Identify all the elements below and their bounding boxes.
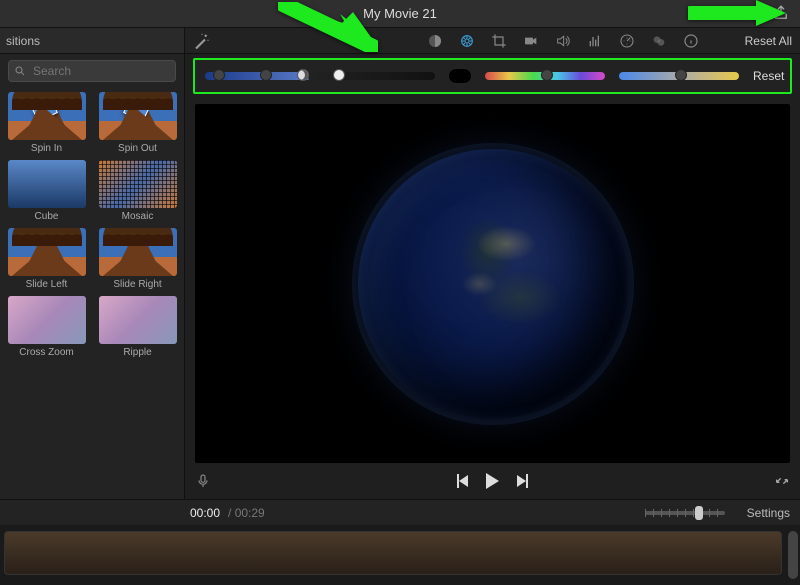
next-button[interactable]	[517, 474, 528, 488]
camera-icon[interactable]	[523, 33, 539, 49]
transition-cross-zoom[interactable]: Cross Zoom	[6, 296, 87, 358]
transition-label: Spin In	[6, 143, 87, 154]
preview-frame	[358, 149, 628, 419]
transition-cube[interactable]: Cube	[6, 160, 87, 222]
transition-ripple[interactable]: Ripple	[97, 296, 178, 358]
color-wheel-icon[interactable]	[459, 33, 475, 49]
sidebar-tab-transitions[interactable]: sitions	[0, 28, 184, 54]
scrollbar[interactable]	[788, 531, 798, 579]
search-input[interactable]	[8, 60, 176, 82]
timeline-header: 00:00 / 00:29 Settings	[0, 499, 800, 525]
sidebar: sitions Spin In Spin Out C	[0, 28, 185, 499]
inspector-toolbar: Reset All	[185, 28, 800, 54]
transition-label: Spin Out	[97, 143, 178, 154]
transition-spin-in[interactable]: Spin In	[6, 92, 87, 154]
timeline[interactable]	[0, 525, 800, 585]
volume-icon[interactable]	[555, 33, 571, 49]
microphone-icon[interactable]	[195, 473, 211, 489]
transition-label: Slide Left	[6, 279, 87, 290]
transition-label: Mosaic	[97, 211, 178, 222]
timeline-zoom[interactable]	[645, 511, 725, 515]
transition-slide-right[interactable]: Slide Right	[97, 228, 178, 290]
effects-icon[interactable]	[651, 33, 667, 49]
color-correction-bar: Reset	[193, 58, 792, 94]
viewer	[185, 98, 800, 499]
timeline-clip[interactable]	[4, 531, 782, 575]
timeline-settings-button[interactable]: Settings	[747, 506, 790, 520]
share-icon[interactable]	[772, 4, 790, 22]
crop-icon[interactable]	[491, 33, 507, 49]
magic-wand-icon[interactable]	[193, 32, 211, 50]
transition-mosaic[interactable]: Mosaic	[97, 160, 178, 222]
playback-controls	[195, 463, 790, 499]
timecode-current: 00:00	[190, 506, 220, 520]
transition-label: Cross Zoom	[6, 347, 87, 358]
transition-label: Cube	[6, 211, 87, 222]
project-title: My Movie 21	[363, 6, 437, 21]
video-preview[interactable]	[195, 104, 790, 463]
transition-label: Slide Right	[97, 279, 178, 290]
exposure-slider[interactable]	[205, 72, 435, 80]
saturation-slider[interactable]	[485, 72, 605, 80]
color-balance-icon[interactable]	[427, 33, 443, 49]
previous-button[interactable]	[457, 474, 468, 488]
titlebar: My Movie 21	[0, 0, 800, 28]
transition-label: Ripple	[97, 347, 178, 358]
equalizer-icon[interactable]	[587, 33, 603, 49]
temperature-slider[interactable]	[619, 72, 739, 80]
search-icon	[14, 65, 26, 77]
transition-slide-left[interactable]: Slide Left	[6, 228, 87, 290]
timecode-duration: / 00:29	[228, 506, 265, 520]
transition-spin-out[interactable]: Spin Out	[97, 92, 178, 154]
reset-all-button[interactable]: Reset All	[745, 34, 792, 48]
color-reset-button[interactable]: Reset	[753, 69, 784, 83]
play-button[interactable]	[486, 473, 499, 489]
transitions-grid: Spin In Spin Out Cube Mosaic Slide Left	[0, 88, 184, 499]
info-icon[interactable]	[683, 33, 699, 49]
content-area: Reset All Reset	[185, 28, 800, 499]
auto-pill[interactable]	[449, 69, 471, 83]
sidebar-tab-label: sitions	[6, 34, 40, 48]
speed-icon[interactable]	[619, 33, 635, 49]
fullscreen-icon[interactable]	[774, 473, 790, 489]
